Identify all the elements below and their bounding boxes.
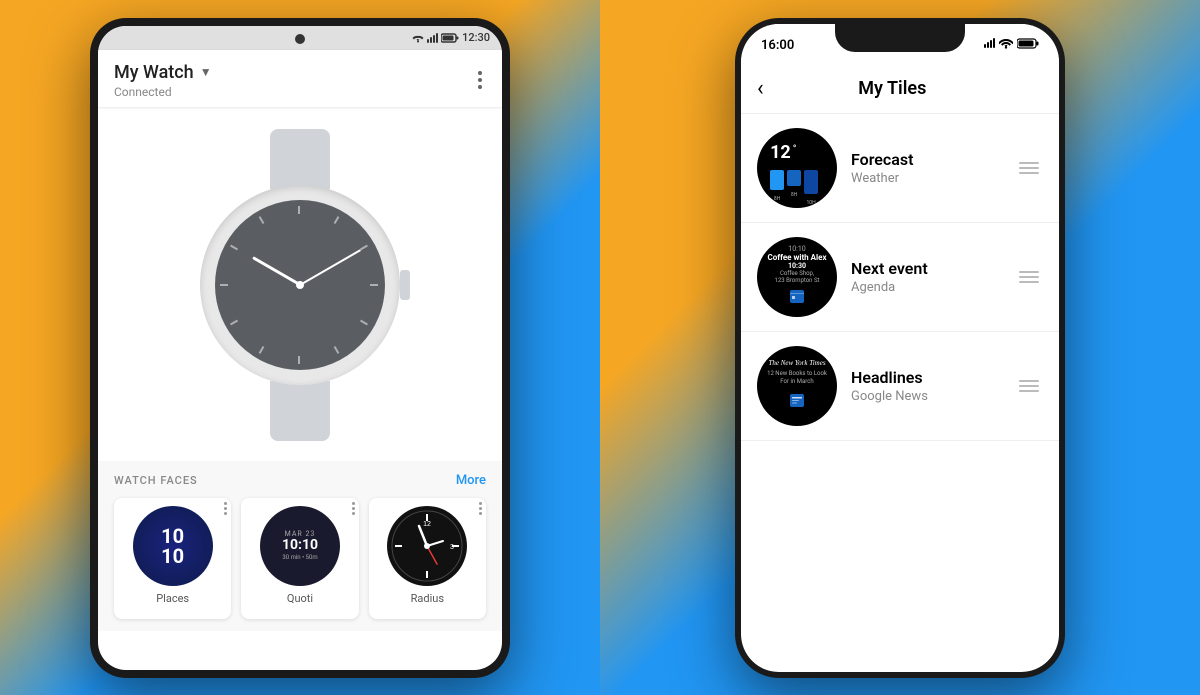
news-icon — [789, 392, 805, 408]
tile-name-forecast: Forecast — [851, 150, 1001, 169]
tiles-list: 12 ° 🌤 8H 8H — [741, 114, 1059, 441]
face-radius-label: Radius — [411, 592, 444, 611]
nyt-headline: 12 New Books to Look For in March — [763, 370, 831, 387]
radius-clock-svg: 12 3 — [387, 506, 467, 586]
watch-band-top — [270, 129, 330, 189]
iphone-page-header: ‹ My Tiles — [741, 68, 1059, 114]
face-options-quoti[interactable] — [352, 502, 355, 515]
quoti-time: 10:10 — [282, 537, 318, 551]
iphone-battery-icon — [1017, 38, 1039, 49]
face-options-places[interactable] — [224, 502, 227, 515]
tile-item-next-event[interactable]: 10:10 Coffee with Alex 10:30 Coffee Shop… — [741, 223, 1059, 332]
dropdown-arrow-icon[interactable]: ▼ — [200, 65, 212, 79]
agenda-location: Coffee Shop, — [767, 270, 826, 277]
center-dot — [296, 281, 304, 289]
tile-handle-next-event[interactable] — [1015, 267, 1043, 287]
tile-icon-headlines: The New York Times 12 New Books to Look … — [757, 346, 837, 426]
tile-sub-headlines: Google News — [851, 389, 1001, 404]
iphone-status-icons — [984, 38, 1039, 49]
minute-hand — [300, 249, 362, 286]
forecast-temp: 12 — [770, 142, 791, 163]
tile-item-forecast[interactable]: 12 ° 🌤 8H 8H — [741, 114, 1059, 223]
quoti-sub: 30 min • 50m — [282, 553, 318, 560]
face-thumb-quoti: MAR 23 10:10 30 min • 50m — [260, 506, 340, 586]
android-time: 12:30 — [462, 31, 490, 44]
tile-name-next-event: Next event — [851, 259, 1001, 278]
android-header: My Watch ▼ Connected — [98, 50, 502, 107]
agenda-event-time: Coffee with Alex — [767, 253, 826, 262]
tile-icon-next-event: 10:10 Coffee with Alex 10:30 Coffee Shop… — [757, 237, 837, 317]
forecast-degree: ° — [793, 144, 797, 155]
face-thumb-radius: 12 3 — [387, 506, 467, 586]
face-quoti-label: Quoti — [287, 592, 313, 611]
wifi-icon — [412, 33, 424, 43]
watch-display-area — [98, 109, 502, 461]
watch-face-card-radius[interactable]: 12 3 Radius — [369, 498, 486, 619]
watch-face-card-quoti[interactable]: MAR 23 10:10 30 min • 50m Quoti — [241, 498, 358, 619]
iphone-signal-icon — [984, 38, 995, 48]
tile-sub-forecast: Weather — [851, 171, 1001, 186]
tile-info-next-event: Next event Agenda — [851, 259, 1001, 295]
android-phone: 12:30 My Watch ▼ Connected — [90, 18, 510, 678]
nyt-title: The New York Times — [763, 359, 831, 367]
tile-name-headlines: Headlines — [851, 368, 1001, 387]
watch-face — [215, 200, 385, 370]
battery-icon — [441, 33, 459, 43]
tile-info-forecast: Forecast Weather — [851, 150, 1001, 186]
watch-faces-section: WATCH FACES More 10 10 — [98, 461, 502, 631]
watch-band-bottom — [270, 381, 330, 441]
iphone-time: 16:00 — [761, 38, 794, 53]
agenda-icon-wrapper — [767, 288, 826, 308]
agenda-location2: 123 Brompton St — [767, 277, 826, 284]
iphone-notch-area: 16:00 — [741, 24, 1059, 68]
watch-faces-grid: 10 10 Places — [114, 498, 486, 619]
tile-info-headlines: Headlines Google News — [851, 368, 1001, 404]
svg-text:3: 3 — [450, 544, 454, 551]
iphone: 16:00 — [735, 18, 1065, 678]
face-places-text: 10 10 — [161, 526, 184, 566]
signal-icon — [427, 33, 438, 43]
tile-handle-headlines[interactable] — [1015, 376, 1043, 396]
page-title: My Tiles — [772, 78, 1013, 99]
watch-circle — [200, 185, 400, 385]
hour-hand — [252, 256, 301, 286]
tile-icon-forecast: 12 ° 🌤 8H 8H — [757, 128, 837, 208]
more-options-button[interactable] — [474, 67, 486, 93]
agenda-time-label: 10:10 — [767, 245, 826, 253]
weather-icon: 🌤 — [799, 142, 824, 166]
watch-title-text: My Watch — [114, 62, 194, 83]
face-thumb-places: 10 10 — [133, 506, 213, 586]
iphone-notch — [835, 24, 965, 52]
watch-crown — [400, 270, 410, 300]
svg-text:12: 12 — [423, 521, 431, 528]
calendar-icon — [789, 288, 805, 304]
tile-sub-next-event: Agenda — [851, 280, 1001, 295]
android-camera — [295, 34, 305, 44]
watch-status: Connected — [114, 85, 212, 99]
more-link[interactable]: More — [456, 473, 486, 488]
face-places-label: Places — [156, 592, 189, 611]
forecast-bars: 8H 8H 10H — [770, 170, 824, 194]
tile-item-headlines[interactable]: The New York Times 12 New Books to Look … — [741, 332, 1059, 441]
tile-handle-forecast[interactable] — [1015, 158, 1043, 178]
iphone-wifi-icon — [999, 38, 1013, 49]
news-icon-wrapper — [763, 392, 831, 412]
back-button[interactable]: ‹ — [757, 76, 764, 101]
right-panel: 16:00 — [600, 0, 1200, 695]
watch-face-card-places[interactable]: 10 10 Places — [114, 498, 231, 619]
face-options-radius[interactable] — [479, 502, 482, 515]
watch-faces-title: WATCH FACES — [114, 474, 198, 487]
agenda-event-time2: 10:30 — [767, 262, 826, 270]
left-panel: 12:30 My Watch ▼ Connected — [0, 0, 600, 695]
